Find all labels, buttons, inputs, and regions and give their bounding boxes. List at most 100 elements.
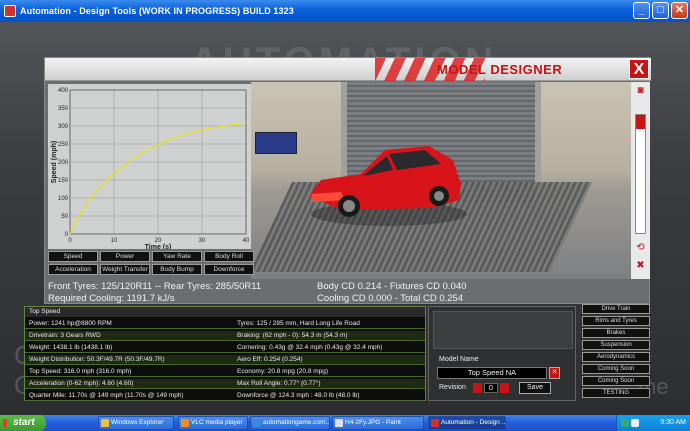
revision-label: Revision <box>439 384 466 391</box>
model-preview <box>433 311 573 349</box>
chart-y-tick-label: 150 <box>58 178 69 184</box>
nav-button-testing[interactable]: TESTING <box>582 388 650 398</box>
volume-icon[interactable] <box>631 419 639 427</box>
info-left-row: Acceleration (0-62 mph): 4.60 (4.60) <box>25 379 233 389</box>
window-title-bar[interactable]: Automation - Design Tools (WORK IN PROGR… <box>0 0 690 22</box>
panel-header: MODEL DESIGNER X <box>45 58 651 81</box>
info-right-row: Tyres: 125 / 285 mm, Hard Long Life Road <box>233 319 425 329</box>
info-left-row: Top Speed: 316.0 mph (316.0 mph) <box>25 367 233 377</box>
system-tray: 9:30 AM <box>616 415 690 431</box>
taskbar-task[interactable]: automationgame.com... <box>250 416 330 430</box>
window-controls: _ □ ✕ <box>633 2 688 19</box>
close-window-button[interactable]: ✕ <box>671 2 688 19</box>
designer-nav: Drive Train Rims and Tyres Brakes Suspensio… <box>582 304 650 402</box>
chart-y-tick-label: 250 <box>58 142 69 148</box>
model-name-label: Model Name <box>439 356 479 363</box>
app-icon <box>4 5 16 17</box>
minimize-button[interactable]: _ <box>633 2 650 19</box>
clock: 9:30 AM <box>660 419 686 426</box>
nav-button-rims-and-tyres[interactable]: Rims and Tyres <box>582 316 650 326</box>
task-app-icon <box>181 419 189 427</box>
garage-scene[interactable] <box>251 82 631 279</box>
start-button[interactable]: start <box>0 415 46 431</box>
screen: Automation - Design Tools (WORK IN PROGR… <box>0 0 690 431</box>
chart-button-downforce[interactable]: Downforce <box>204 264 254 275</box>
task-label: VLC media player <box>191 419 243 426</box>
tyres-summary: Front Tyres: 125/120R11 -- Rear Tyres: 2… <box>48 281 262 292</box>
chart-y-tick-label: 300 <box>58 124 69 130</box>
required-cooling: Required Cooling: 1191.7 kJ/s <box>48 293 175 304</box>
chart-y-tick-label: 100 <box>58 196 69 202</box>
info-right-row: Cornering: 0.43g @ 32.4 mph (0.43g @ 32.… <box>233 343 425 353</box>
taskbar-task[interactable]: VLC media player <box>178 416 248 430</box>
taskbar-task[interactable]: Windows Explorer <box>98 416 174 430</box>
cooling-cd: Cooling CD 0.000 - Total CD 0.254 <box>317 293 464 304</box>
chart-button-speed[interactable]: Speed <box>48 251 98 262</box>
chart-button-body-roll[interactable]: Body Roll <box>204 251 254 262</box>
task-app-icon <box>253 419 261 427</box>
chart-button-acceleration[interactable]: Acceleration <box>48 264 98 275</box>
info-left-row: Power: 1241 hp@8800 RPM <box>25 319 233 329</box>
maximize-button[interactable]: □ <box>652 2 669 19</box>
view-controls: ◙ ⟲ ✖ <box>631 82 650 279</box>
save-button[interactable]: Save <box>519 382 551 394</box>
rotate-icon[interactable]: ⟲ <box>634 242 647 253</box>
chart-y-tick-label: 200 <box>58 160 69 166</box>
chart-y-tick-label: 400 <box>58 88 69 94</box>
chart-y-tick-label: 350 <box>58 106 69 112</box>
car-model <box>309 146 467 226</box>
reset-view-icon[interactable]: ✖ <box>634 260 647 271</box>
clear-name-button[interactable]: ✕ <box>549 367 560 379</box>
chart-x-axis-label: Time (s) <box>145 244 172 249</box>
info-left-row: Weight Distribution: 50.3F/49.7R (50.3F/… <box>25 355 233 365</box>
revision-increment-button[interactable] <box>500 383 509 393</box>
model-name-input[interactable]: Top Speed NA <box>437 367 547 379</box>
zoom-slider[interactable] <box>635 114 646 234</box>
task-app-icon <box>431 419 439 427</box>
info-header: Top Speed <box>25 307 425 317</box>
taskbar-task[interactable]: Automation - Design ... <box>428 416 506 430</box>
chart-button-power[interactable]: Power <box>100 251 150 262</box>
task-app-icon <box>101 419 109 427</box>
task-label: H4-2Fy.JPG - Paint <box>345 419 401 426</box>
taskbar: start Windows Explorer VLC media player au… <box>0 415 690 431</box>
task-app-icon <box>335 419 343 427</box>
revision-decrement-button[interactable] <box>473 383 482 393</box>
chart-button-yaw-rate[interactable]: Yaw Rate <box>152 251 202 262</box>
chart-x-tick-label: 30 <box>199 238 206 244</box>
camera-icon[interactable]: ◙ <box>634 85 647 96</box>
speed-chart: 0 50 100 150 200 250 300 350 400 0 10 20 30 40 Time (s… <box>48 84 251 249</box>
zoom-slider-thumb[interactable] <box>636 115 645 129</box>
info-left-row: Drivetrain: 3 Gears RWD <box>25 331 233 341</box>
chart-x-tick-label: 40 <box>243 238 250 244</box>
info-right-row: Max Roll Angle: 0.77° (0.77°) <box>233 379 425 389</box>
taskbar-task[interactable]: H4-2Fy.JPG - Paint <box>332 416 424 430</box>
chart-x-tick-label: 0 <box>68 238 72 244</box>
close-panel-button[interactable]: X <box>629 59 649 79</box>
task-label: Windows Explorer <box>111 419 164 426</box>
chart-x-tick-label: 10 <box>111 238 118 244</box>
info-right-row: Aero Eff: 0.254 (0.254) <box>233 355 425 365</box>
revision-value: 0 <box>484 383 498 393</box>
task-label: automationgame.com... <box>263 419 330 426</box>
nav-button-coming-soon[interactable]: Coming Soon <box>582 376 650 386</box>
nav-button-coming-soon[interactable]: Coming Soon <box>582 364 650 374</box>
chart-button-weight-transfer[interactable]: Weight Transfer <box>100 264 150 275</box>
task-label: Automation - Design ... <box>441 419 506 426</box>
info-left-row: Weight: 1438.1 lb (1438.1 lb) <box>25 343 233 353</box>
info-right-row: Economy: 20.8 mpg (20.8 mpg) <box>233 367 425 377</box>
model-panel: Model Name Top Speed NA ✕ Revision 0 Sav… <box>428 306 576 401</box>
info-panel: Top Speed Power: 1241 hp@8800 RPM Tyres: … <box>24 306 426 401</box>
chart-y-tick-label: 50 <box>61 214 68 220</box>
model-designer-panel: MODEL DESIGNER X 0 50 100 150 200 250 300 350 40… <box>44 57 651 304</box>
nav-button-suspension[interactable]: Suspension <box>582 340 650 350</box>
nav-button-drive-train[interactable]: Drive Train <box>582 304 650 314</box>
chart-canvas: 0501001502002503003504000 10 20 30 40Time (s… <box>51 88 250 249</box>
info-right-row: Braking: (62 mph - 0): 54.3 m (54.3 m) <box>233 331 425 341</box>
nav-button-aerodynamics[interactable]: Aerodynamics <box>582 352 650 362</box>
nav-button-brakes[interactable]: Brakes <box>582 328 650 338</box>
network-icon[interactable] <box>621 419 629 427</box>
chart-button-body-bump[interactable]: Body Bump <box>152 264 202 275</box>
workbench <box>255 132 297 154</box>
chart-y-axis-label: Speed (mph) <box>51 141 58 183</box>
